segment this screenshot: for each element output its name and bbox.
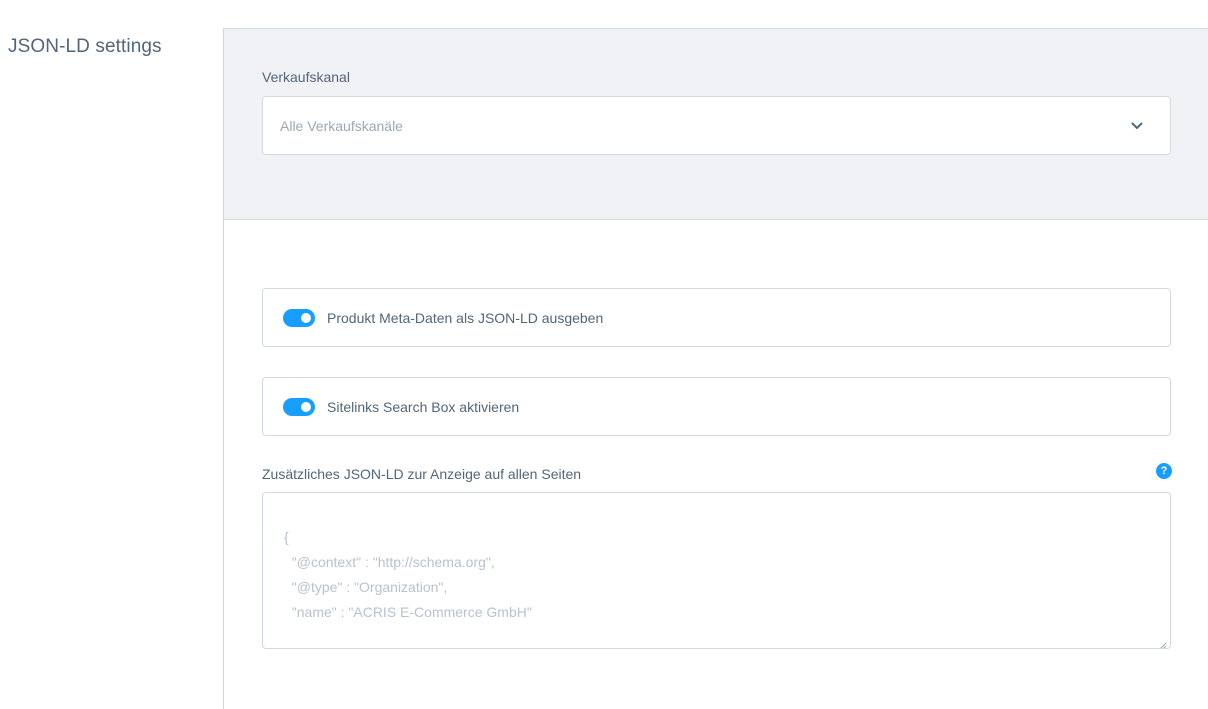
card-header: Verkaufskanal Alle Verkaufskanäle (224, 29, 1208, 220)
section-title: JSON-LD settings (8, 36, 162, 57)
sales-channel-select[interactable]: Alle Verkaufskanäle (262, 96, 1171, 155)
product-meta-switch-field: Produkt Meta-Daten als JSON-LD ausgeben (262, 288, 1171, 347)
sitelinks-toggle[interactable] (283, 397, 315, 416)
page: JSON-LD settings Verkaufskanal Alle Verk… (0, 0, 1208, 709)
sales-channel-value: Alle Verkaufskanäle (280, 117, 403, 134)
sitelinks-label: Sitelinks Search Box aktivieren (327, 398, 520, 415)
resize-handle-icon[interactable] (1159, 637, 1167, 648)
chevron-down-icon (1130, 119, 1144, 133)
toggle-knob (301, 312, 311, 323)
help-icon[interactable]: ? (1156, 463, 1172, 479)
additional-json-textarea[interactable]: { "@context" : "http://schema.org", "@ty… (262, 492, 1171, 649)
product-meta-toggle[interactable] (283, 308, 315, 327)
settings-card: Verkaufskanal Alle Verkaufskanäle Produk… (223, 28, 1208, 709)
sitelinks-switch-field: Sitelinks Search Box aktivieren (262, 377, 1171, 436)
product-meta-label: Produkt Meta-Daten als JSON-LD ausgeben (327, 309, 604, 326)
additional-json-label: Zusätzliches JSON-LD zur Anzeige auf all… (262, 466, 582, 482)
toggle-knob (301, 401, 311, 412)
json-placeholder: { "@context" : "http://schema.org", "@ty… (284, 529, 532, 620)
sales-channel-label: Verkaufskanal (262, 69, 350, 85)
